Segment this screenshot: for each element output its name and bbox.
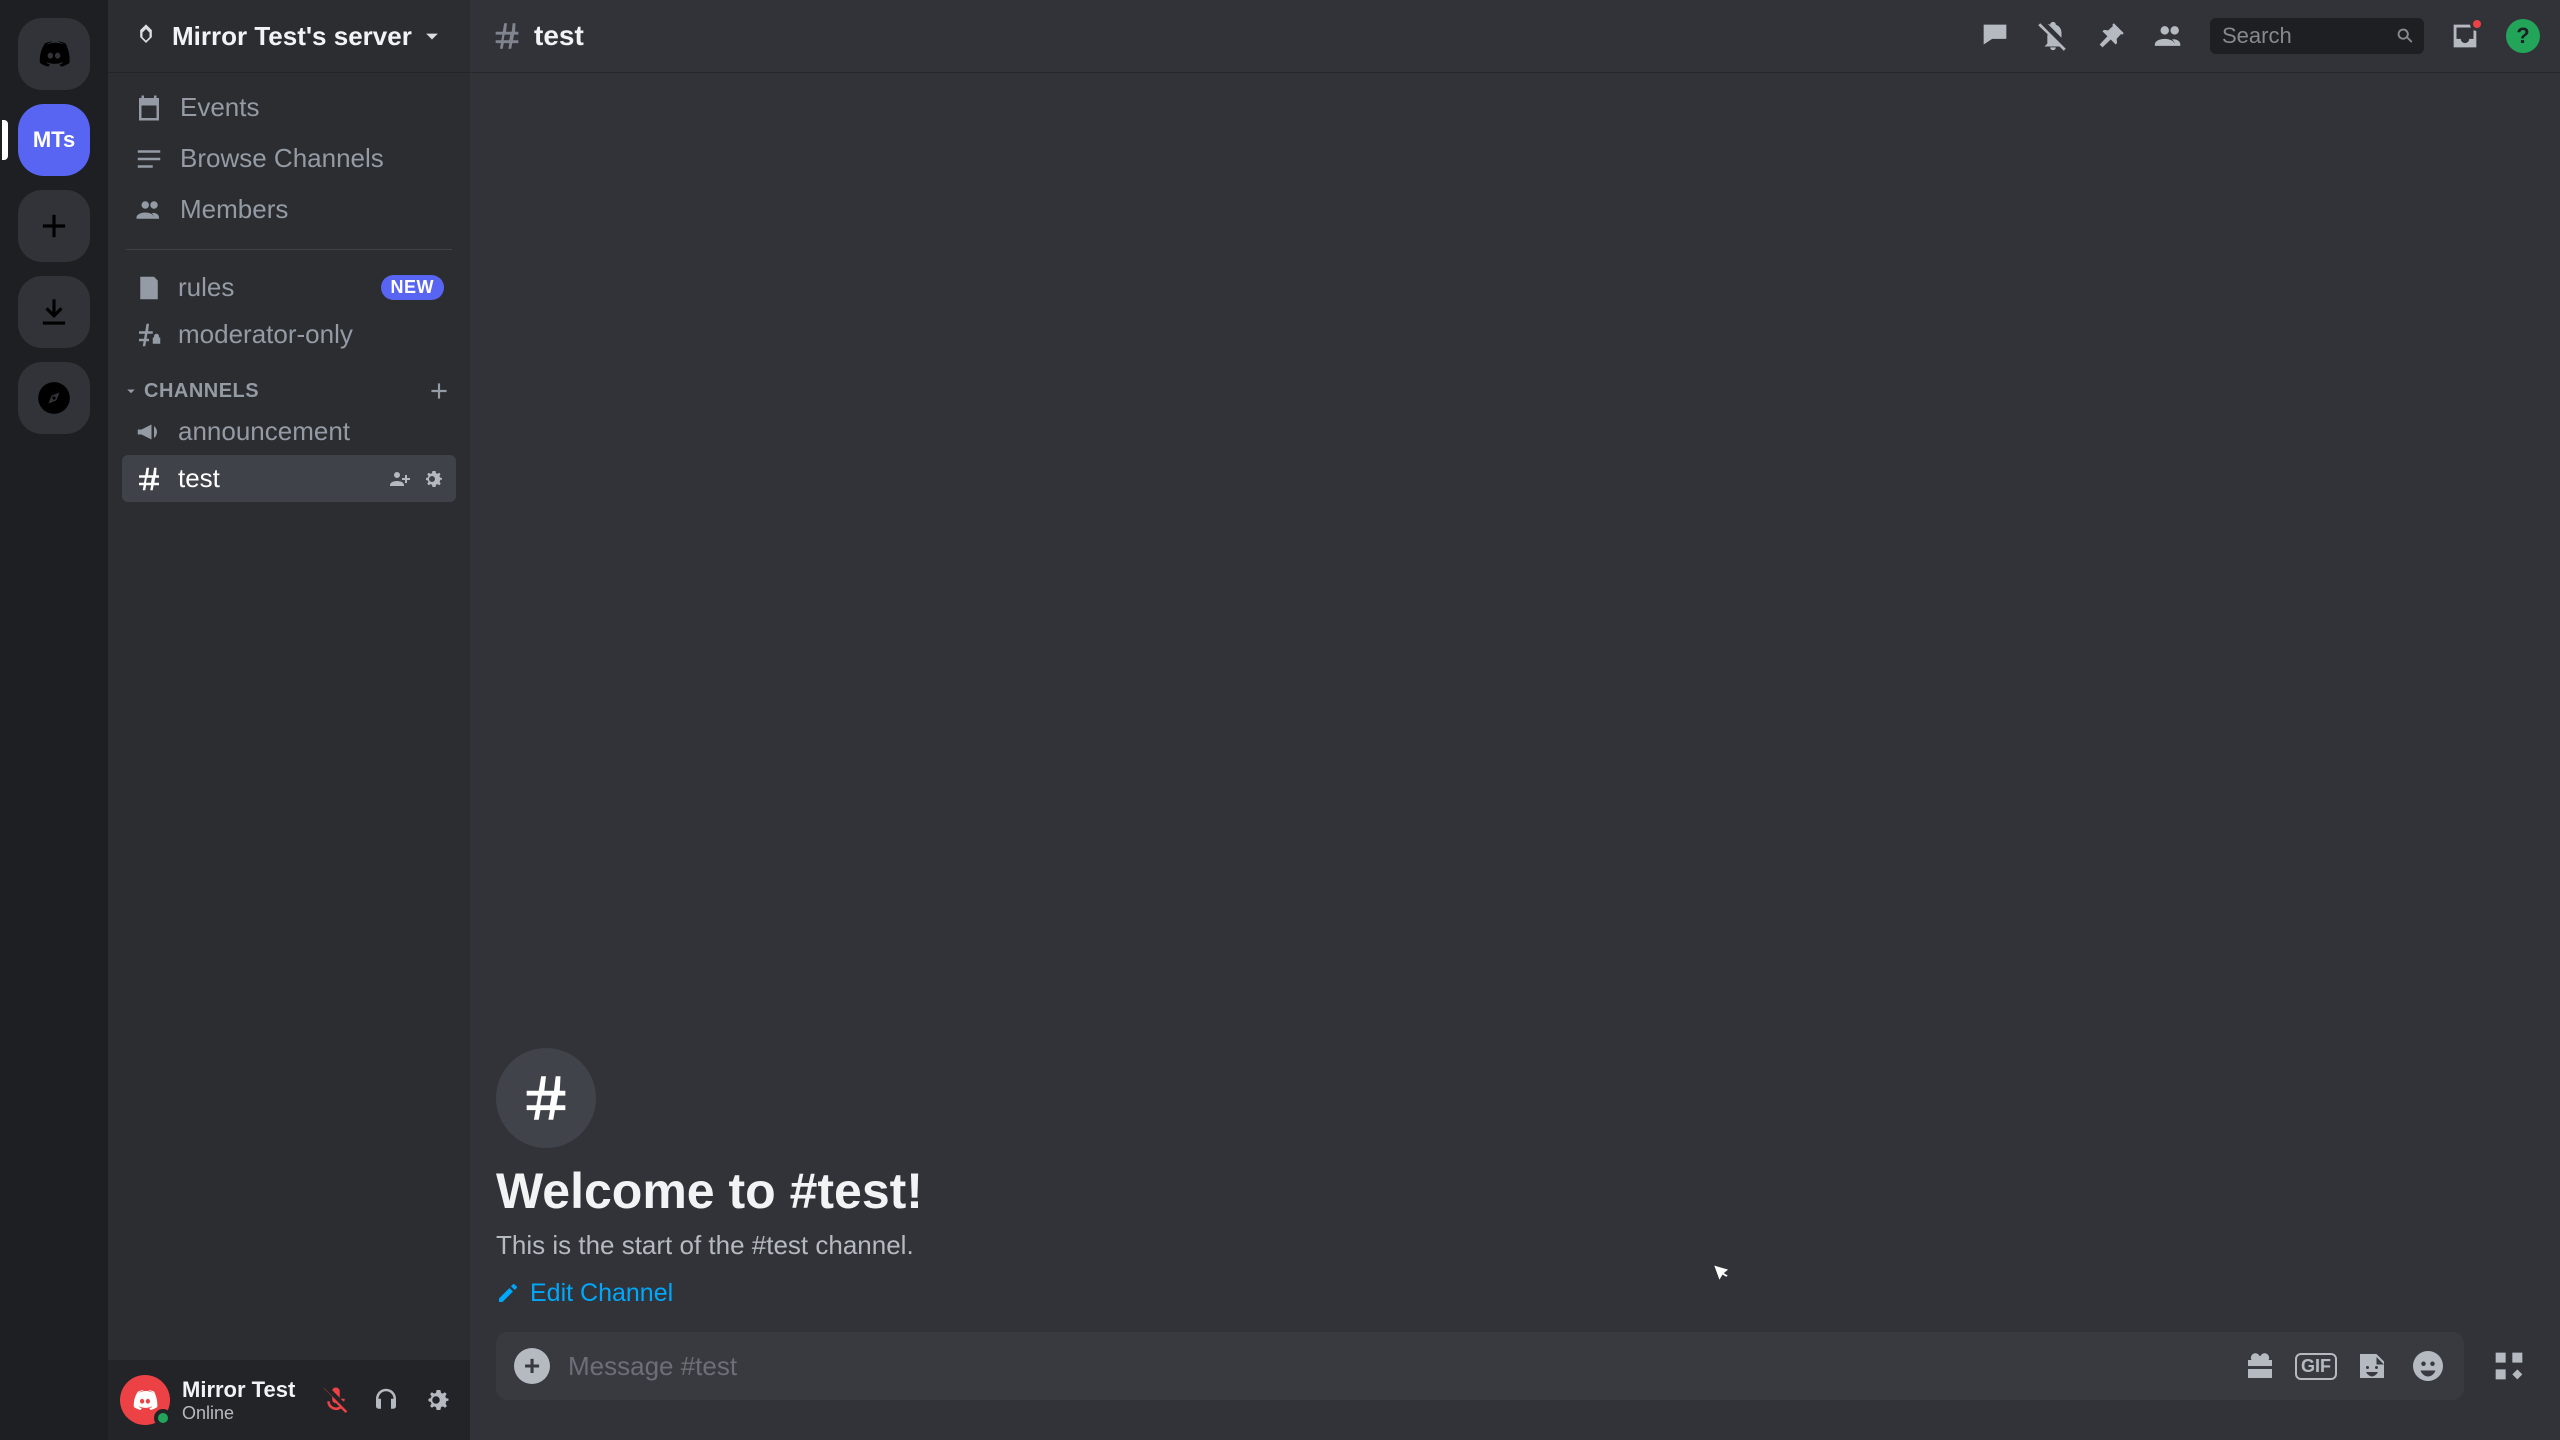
gift-icon — [2242, 1348, 2278, 1384]
composer-area: + GIF — [470, 1332, 2560, 1440]
main-content: test ? Welcome to #t — [470, 0, 2560, 1440]
apps-button[interactable] — [2484, 1341, 2534, 1391]
hash-icon — [134, 464, 164, 494]
bell-mute-icon — [2036, 19, 2070, 53]
invite-icon[interactable] — [388, 467, 412, 491]
new-badge: NEW — [381, 275, 445, 300]
channel-test[interactable]: test — [122, 455, 456, 502]
chat-header: test ? — [470, 0, 2560, 72]
message-input[interactable] — [568, 1351, 2242, 1382]
channel-label: announcement — [178, 416, 350, 447]
divider — [126, 249, 452, 250]
user-panel: Mirror Test Online — [108, 1360, 470, 1440]
gif-button[interactable]: GIF — [2298, 1348, 2334, 1384]
avatar[interactable] — [120, 1375, 170, 1425]
notifications-button[interactable] — [2036, 19, 2070, 53]
help-button[interactable]: ? — [2506, 19, 2540, 53]
add-server-button[interactable] — [18, 190, 90, 262]
user-settings-button[interactable] — [414, 1378, 458, 1422]
threads-icon — [1978, 19, 2012, 53]
hash-lock-icon — [134, 320, 164, 350]
server-name: Mirror Test's server — [172, 21, 412, 52]
pinned-messages-button[interactable] — [2094, 19, 2128, 53]
megaphone-icon — [134, 417, 164, 447]
user-info[interactable]: Mirror Test Online — [182, 1377, 314, 1424]
channel-sidebar: Mirror Test's server Events Browse Chann… — [108, 0, 470, 1440]
compass-icon — [35, 379, 73, 417]
server-initials[interactable]: MTs — [18, 104, 90, 176]
category-label: CHANNELS — [144, 380, 259, 403]
browse-icon — [134, 144, 164, 174]
unread-indicator — [2470, 17, 2484, 31]
calendar-icon — [134, 93, 164, 123]
channel-rules[interactable]: rules NEW — [122, 264, 456, 311]
gift-button[interactable] — [2242, 1348, 2278, 1384]
plus-icon — [35, 207, 73, 245]
sticker-button[interactable] — [2354, 1348, 2390, 1384]
members-icon — [134, 195, 164, 225]
nav-label: Members — [180, 194, 288, 225]
deafen-button[interactable] — [364, 1378, 408, 1422]
active-server-button[interactable]: MTs — [18, 104, 90, 176]
server-header[interactable]: Mirror Test's server — [108, 0, 470, 72]
pin-icon — [2094, 19, 2128, 53]
download-apps-button[interactable] — [18, 276, 90, 348]
rules-icon — [134, 273, 164, 303]
user-display-name: Mirror Test — [182, 1377, 314, 1403]
channel-label: rules — [178, 272, 234, 303]
attach-button[interactable]: + — [514, 1348, 550, 1384]
nav-events[interactable]: Events — [122, 82, 456, 133]
status-online-icon — [154, 1409, 172, 1427]
nav-browse-channels[interactable]: Browse Channels — [122, 133, 456, 184]
category-channels[interactable]: CHANNELS — [122, 358, 456, 408]
gear-icon[interactable] — [420, 467, 444, 491]
search[interactable] — [2210, 18, 2424, 54]
welcome-title: Welcome to #test! — [496, 1162, 2534, 1220]
nav-label: Events — [180, 92, 260, 123]
chevron-down-icon — [418, 22, 446, 50]
channel-announcement[interactable]: announcement — [122, 408, 456, 455]
inbox-button[interactable] — [2448, 19, 2482, 53]
edit-channel-label: Edit Channel — [530, 1279, 673, 1308]
direct-messages-button[interactable] — [18, 18, 90, 90]
chat-body[interactable]: Welcome to #test! This is the start of t… — [470, 72, 2560, 1332]
emoji-icon — [2410, 1348, 2446, 1384]
threads-button[interactable] — [1978, 19, 2012, 53]
welcome-block: Welcome to #test! This is the start of t… — [496, 1048, 2534, 1311]
channel-title: test — [534, 20, 584, 52]
guild-rail: MTs — [0, 0, 108, 1440]
gif-icon: GIF — [2295, 1353, 2337, 1380]
channel-label: test — [178, 463, 220, 494]
explore-servers-button[interactable] — [18, 362, 90, 434]
search-input[interactable] — [2210, 18, 2424, 54]
composer[interactable]: + GIF — [496, 1332, 2464, 1400]
gear-icon — [421, 1385, 451, 1415]
member-list-button[interactable] — [2152, 19, 2186, 53]
pencil-icon — [496, 1281, 520, 1305]
mute-button[interactable] — [314, 1378, 358, 1422]
create-channel-button[interactable] — [426, 378, 452, 404]
emoji-button[interactable] — [2410, 1348, 2446, 1384]
mic-mute-icon — [321, 1385, 351, 1415]
download-icon — [35, 293, 73, 331]
nav-label: Browse Channels — [180, 143, 384, 174]
search-icon — [2394, 25, 2416, 47]
boost-icon — [132, 22, 160, 50]
chevron-down-icon — [122, 382, 140, 400]
headset-icon — [371, 1385, 401, 1415]
hash-icon — [490, 19, 524, 53]
user-status: Online — [182, 1403, 314, 1424]
sticker-icon — [2354, 1348, 2390, 1384]
members-icon — [2152, 19, 2186, 53]
welcome-hash-icon — [496, 1048, 596, 1148]
discord-icon — [130, 1385, 160, 1415]
apps-icon — [2489, 1346, 2529, 1386]
channel-label: moderator-only — [178, 319, 353, 350]
welcome-subtitle: This is the start of the #test channel. — [496, 1230, 2534, 1261]
channel-moderator-only[interactable]: moderator-only — [122, 311, 456, 358]
channel-list[interactable]: Events Browse Channels Members rules NEW… — [108, 72, 470, 1360]
selection-indicator — [2, 120, 8, 160]
nav-members[interactable]: Members — [122, 184, 456, 235]
edit-channel-link[interactable]: Edit Channel — [496, 1279, 673, 1308]
